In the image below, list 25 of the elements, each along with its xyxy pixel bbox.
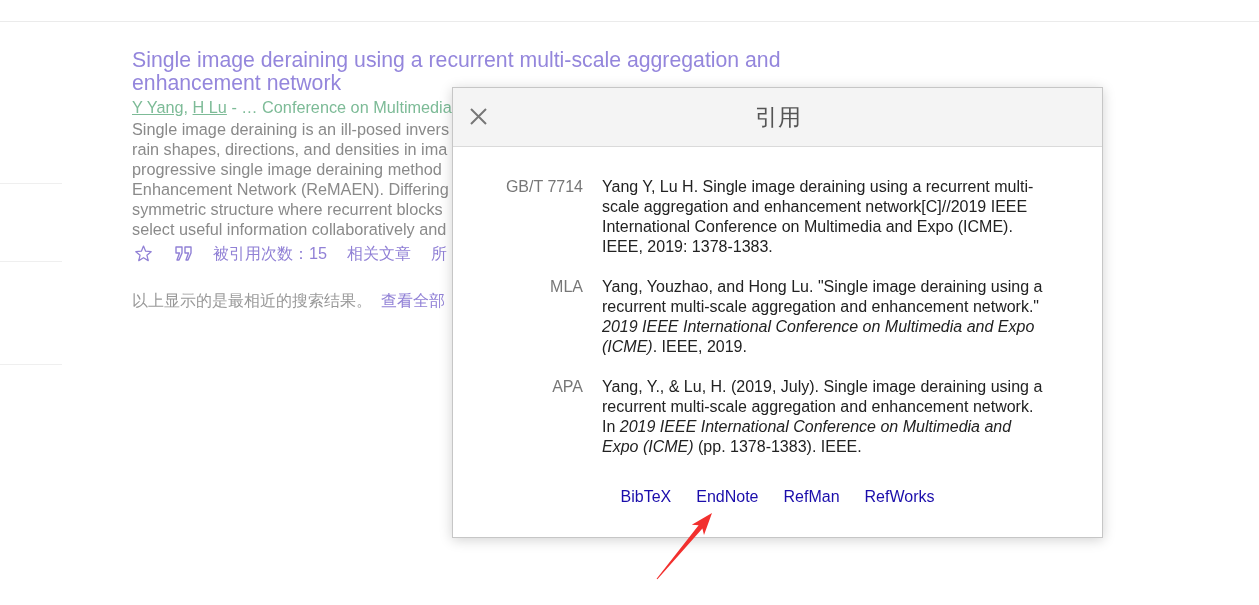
- publication-source: - … Conference on Multimedia: [231, 98, 452, 116]
- export-link[interactable]: BibTeX: [620, 487, 672, 507]
- citation-style-label: APA: [552, 378, 583, 395]
- citation-style-label: MLA: [550, 278, 583, 295]
- author-separator: ,: [183, 98, 189, 116]
- view-all-link[interactable]: 查看全部: [381, 290, 445, 310]
- citation-text: Yang Y, Lu H. Single image deraining using a recurrent multi-scale aggregation and enhancement network[C]//2019 IEEE International Conference on Multimedia and Expo (ICME). IEEE, 2019: 1378-1383.: [602, 177, 1035, 257]
- dialog-title: 引用: [754, 103, 801, 131]
- author-link[interactable]: H Lu: [192, 98, 227, 116]
- export-link[interactable]: EndNote: [696, 487, 759, 507]
- citation-style-label: GB/T 7714: [505, 178, 583, 195]
- search-note-text: 以上显示的是最相近的搜索结果。: [132, 290, 372, 310]
- close-icon[interactable]: [470, 108, 487, 125]
- citation-text: Yang, Youzhao, and Hong Lu. "Single image deraining using a recurrent multi-scale aggregation and enhancement network." 2019 IEEE International Conference on Multimedia and Expo (ICME). IEEE, 2019.: [602, 277, 1044, 357]
- result-action-link[interactable]: 所: [431, 243, 448, 263]
- export-link[interactable]: RefWorks: [864, 487, 935, 507]
- star-icon[interactable]: [135, 244, 152, 262]
- quote-icon[interactable]: [175, 245, 192, 261]
- result-action-link[interactable]: 被引用次数：15: [213, 243, 328, 263]
- result-action-link[interactable]: 相关文章: [347, 243, 412, 263]
- export-link[interactable]: RefMan: [783, 487, 840, 507]
- abstract-snippet: Single image deraining is an ill-posed invers rain shapes, directions, and densities in ima progressive single image deraining method Enhancement Network (ReMAEN). Differing symmetric structure where recurrent blocks select useful information collaboratively and: [132, 119, 450, 239]
- author-link[interactable]: Y Yang: [132, 98, 184, 116]
- citation-text: Yang, Y., & Lu, H. (2019, July). Single image deraining using a recurrent multi-scale aggregation and enhancement network. In 2019 IEEE International Conference on Multimedia and Expo (ICME) (pp. 1378-1383). IEEE.: [602, 377, 1044, 457]
- annotation-arrow: [656, 512, 713, 580]
